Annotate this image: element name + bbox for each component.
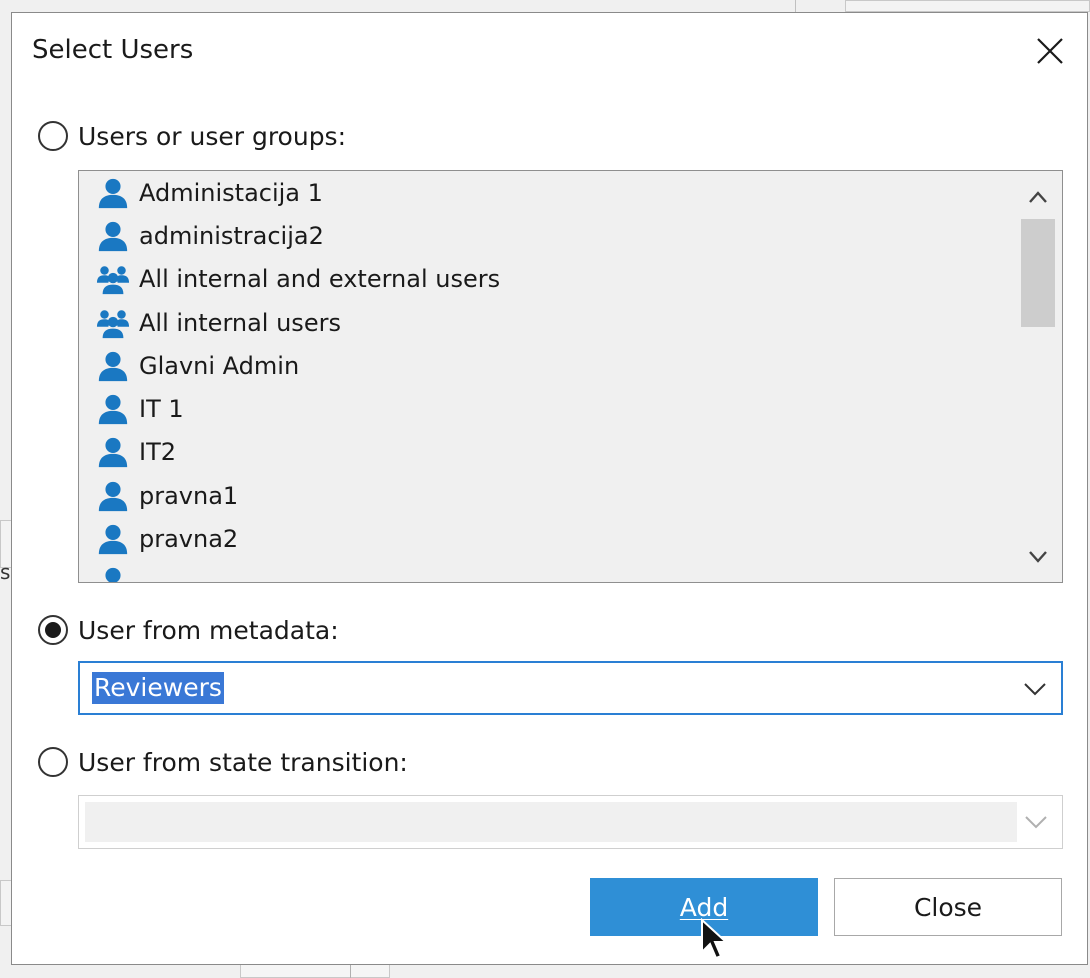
list-item[interactable]: All internal and external users (79, 258, 1014, 301)
list-item[interactable]: pravna2 (79, 517, 1014, 560)
background-window-fragment (240, 964, 390, 978)
list-item[interactable]: Glavni Admin (79, 344, 1014, 387)
radio-button[interactable] (38, 747, 68, 777)
list-item[interactable]: All internal users (79, 301, 1014, 344)
list-item[interactable]: pravna1 (79, 474, 1014, 517)
scroll-thumb[interactable] (1021, 219, 1055, 327)
user-icon (95, 218, 131, 254)
radio-selected-dot (45, 622, 61, 638)
list-scrollbar[interactable] (1014, 171, 1062, 582)
radio-button[interactable] (38, 615, 68, 645)
user-group-icon (95, 305, 131, 341)
list-item[interactable]: administracija2 (79, 214, 1014, 257)
users-list: Administacija 1 administracija2 All intern… (79, 171, 1014, 582)
list-item-label: Administacija 1 (139, 178, 323, 207)
list-item-label: IT 1 (139, 395, 184, 424)
list-item[interactable]: Administacija 1 (79, 171, 1014, 214)
radio-button[interactable] (38, 121, 68, 151)
users-listbox[interactable]: Administacija 1 administracija2 All intern… (78, 170, 1063, 583)
radio-user-from-state-transition-label: User from state transition: (78, 747, 408, 777)
radio-user-from-state-transition[interactable]: User from state transition: (38, 747, 408, 777)
list-item-label: All internal and external users (139, 265, 501, 294)
combobox-dropdown-button (1022, 808, 1050, 836)
list-item-label: pravna1 (139, 481, 239, 510)
close-dialog-button[interactable] (1032, 33, 1068, 69)
user-icon (95, 564, 131, 582)
user-icon (95, 521, 131, 557)
user-group-icon (95, 261, 131, 297)
radio-users-or-groups[interactable]: Users or user groups: (38, 121, 346, 151)
select-users-dialog: Select Users Users or user groups: Admin… (11, 12, 1088, 965)
background-divider (795, 0, 796, 12)
list-item-label: administracija2 (139, 221, 324, 250)
list-item-label: pravna2 (139, 525, 239, 554)
scroll-down-button[interactable] (1014, 537, 1062, 577)
chevron-down-icon (1024, 683, 1046, 696)
close-button-label: Close (913, 892, 983, 922)
combobox-field (85, 802, 1017, 842)
user-icon (95, 348, 131, 384)
list-item-label: Glavni Admin (139, 351, 300, 380)
mouse-pointer-icon (701, 918, 729, 960)
chevron-down-icon (1025, 816, 1047, 829)
list-item[interactable]: IT2 (79, 431, 1014, 474)
combobox-dropdown-button[interactable] (1021, 675, 1049, 703)
scroll-up-button[interactable] (1014, 177, 1062, 217)
list-item[interactable] (79, 561, 1014, 582)
user-icon (95, 391, 131, 427)
dialog-title: Select Users (32, 35, 194, 65)
user-icon (95, 478, 131, 514)
list-item-label: All internal users (139, 308, 341, 337)
metadata-combobox[interactable]: Reviewers (78, 661, 1063, 715)
list-item-label: IT2 (139, 438, 177, 467)
close-icon (1037, 38, 1063, 64)
user-icon (95, 434, 131, 470)
radio-users-or-groups-label: Users or user groups: (78, 121, 347, 151)
list-item[interactable]: IT 1 (79, 387, 1014, 430)
chevron-down-icon (1029, 551, 1047, 563)
metadata-combobox-value: Reviewers (92, 672, 224, 704)
close-button[interactable]: Close (834, 878, 1062, 936)
radio-user-from-metadata[interactable]: User from metadata: (38, 615, 339, 645)
radio-user-from-metadata-label: User from metadata: (78, 615, 339, 645)
background-window-fragment (845, 0, 1090, 12)
background-divider (350, 964, 351, 978)
chevron-up-icon (1029, 191, 1047, 203)
state-transition-combobox (78, 795, 1063, 849)
user-icon (95, 175, 131, 211)
